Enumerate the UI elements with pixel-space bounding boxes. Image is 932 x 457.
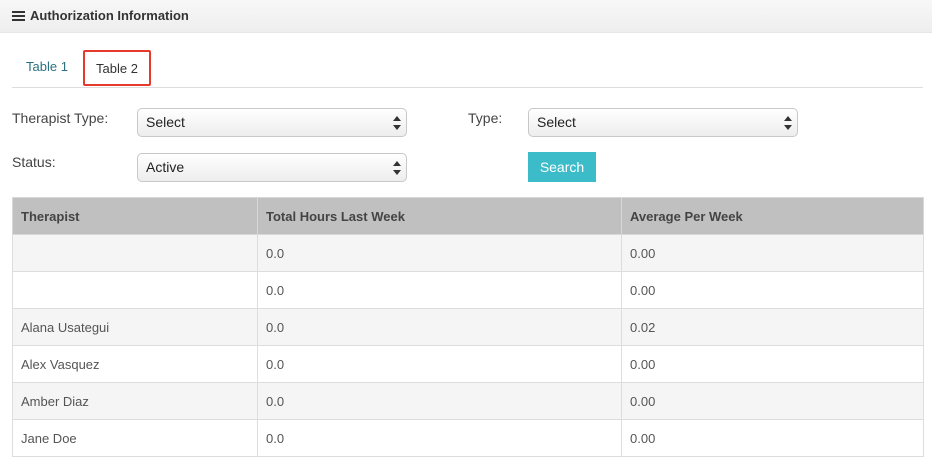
cell-total-hours: 0.0 <box>257 382 622 420</box>
cell-average: 0.00 <box>621 345 924 383</box>
table-row[interactable]: Alana Usategui 0.0 0.02 <box>12 308 924 346</box>
cell-total-hours: 0.0 <box>257 271 622 309</box>
status-value: Active <box>146 159 185 175</box>
cell-therapist: Alana Usategui <box>12 308 258 346</box>
cell-therapist <box>12 271 258 309</box>
cell-therapist: Amber Diaz <box>12 382 258 420</box>
search-button[interactable]: Search <box>528 152 596 182</box>
select-arrows-icon <box>393 161 401 175</box>
type-value: Select <box>537 114 576 130</box>
column-header-therapist[interactable]: Therapist <box>12 197 258 235</box>
cell-therapist: Alex Vasquez <box>12 345 258 383</box>
table-row[interactable]: Jane Doe 0.0 0.00 <box>12 419 924 457</box>
cell-average: 0.00 <box>621 382 924 420</box>
status-select[interactable]: Active <box>137 153 407 182</box>
cell-average: 0.00 <box>621 271 924 309</box>
cell-therapist <box>12 234 258 272</box>
cell-total-hours: 0.0 <box>257 234 622 272</box>
column-header-average[interactable]: Average Per Week <box>621 197 924 235</box>
tab-table-2[interactable]: Table 2 <box>83 50 151 86</box>
therapist-type-value: Select <box>146 114 185 130</box>
table-row[interactable]: Alex Vasquez 0.0 0.00 <box>12 345 924 383</box>
cell-average: 0.02 <box>621 308 924 346</box>
cell-total-hours: 0.0 <box>257 419 622 457</box>
table-row[interactable]: 0.0 0.00 <box>12 271 924 309</box>
authorization-table: Therapist Total Hours Last Week Average … <box>12 197 924 457</box>
panel-header: Authorization Information <box>0 0 932 33</box>
cell-total-hours: 0.0 <box>257 308 622 346</box>
table-row[interactable]: 0.0 0.00 <box>12 234 924 272</box>
therapist-type-label: Therapist Type: <box>12 110 109 126</box>
tab-table-1[interactable]: Table 1 <box>12 50 82 86</box>
select-arrows-icon <box>393 116 401 130</box>
table-body: 0.0 0.00 0.0 0.00 Alana Usategui 0.0 0.02 Alex … <box>12 234 924 457</box>
table-header-row: Therapist Total Hours Last Week Average … <box>12 197 924 235</box>
tab-bar: Table 1 Table 2 <box>12 50 923 88</box>
status-label: Status: <box>12 154 56 170</box>
cell-average: 0.00 <box>621 234 924 272</box>
cell-total-hours: 0.0 <box>257 345 622 383</box>
type-select[interactable]: Select <box>528 108 798 137</box>
cell-average: 0.00 <box>621 419 924 457</box>
menu-icon[interactable] <box>12 11 25 21</box>
cell-therapist: Jane Doe <box>12 419 258 457</box>
type-label: Type: <box>468 110 503 126</box>
table-row[interactable]: Amber Diaz 0.0 0.00 <box>12 382 924 420</box>
select-arrows-icon <box>784 116 792 130</box>
panel-title: Authorization Information <box>30 8 189 23</box>
column-header-total-hours[interactable]: Total Hours Last Week <box>257 197 622 235</box>
therapist-type-select[interactable]: Select <box>137 108 407 137</box>
